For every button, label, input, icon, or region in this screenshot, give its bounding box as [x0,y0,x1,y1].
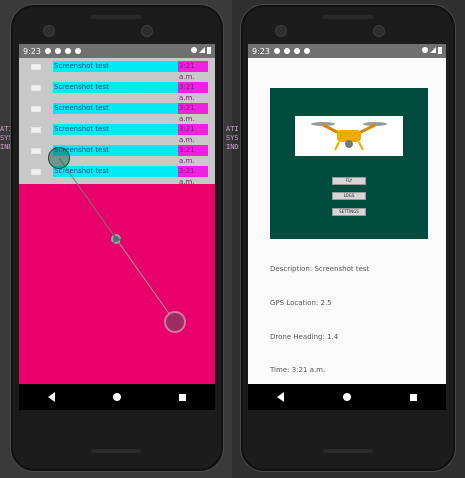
home-circle-icon[interactable] [113,393,121,401]
front-camera-icon [43,25,55,37]
drone-control-panel: FLY LOGS SETTINGS [270,88,428,239]
speaker-grille [91,15,141,19]
status-bar: 9:23 [248,44,446,58]
wifi-icon [422,47,428,53]
logs-button[interactable]: LOGS [332,192,366,200]
right-screen: 9:23 FLY LOGS SETTINGS Description: Scre… [248,44,446,410]
fly-button[interactable]: FLY [332,177,366,185]
front-camera-icon [141,25,153,37]
battery-icon [438,47,442,54]
settings-icon [273,48,280,54]
left-screen[interactable]: 9:23 Screenshot test 3:21 a.m. Screensho… [19,44,215,410]
save-icon [293,48,300,54]
touch-trail [58,157,176,323]
navigation-bar [248,384,446,410]
speaker-grille [323,15,373,19]
recent-square-icon[interactable] [409,393,417,401]
back-triangle-icon[interactable] [277,392,285,402]
back-triangle-icon[interactable] [48,392,55,402]
side-label-right: ATI SYS IND [226,125,239,151]
drone-image [295,116,403,156]
status-time: 9:23 [252,46,270,56]
home-circle-icon[interactable] [342,393,351,401]
front-camera-icon [275,25,287,37]
front-camera-icon [373,25,385,37]
settings-button[interactable]: SETTINGS [332,208,366,216]
touch-midpoint-indicator [111,234,121,244]
navigation-bar [19,384,215,410]
trail-line [116,239,176,323]
drone-heading-label: Drone Heading: 1.4 [270,333,339,341]
sync-icon [303,48,310,54]
shield-icon [283,48,290,54]
signal-icon [430,47,436,53]
gps-location-label: GPS Location: 2.5 [270,299,332,307]
touch-end-indicator [164,311,186,333]
time-label: Time: 3:21 a.m. [270,366,326,374]
bottom-speaker [323,449,373,453]
drone-icon [311,122,387,151]
touch-start-indicator [48,147,70,169]
trail-line [58,157,118,241]
recent-square-icon[interactable] [179,393,186,401]
description-label: Description: Screenshot test [270,265,370,273]
bottom-speaker [91,449,141,453]
